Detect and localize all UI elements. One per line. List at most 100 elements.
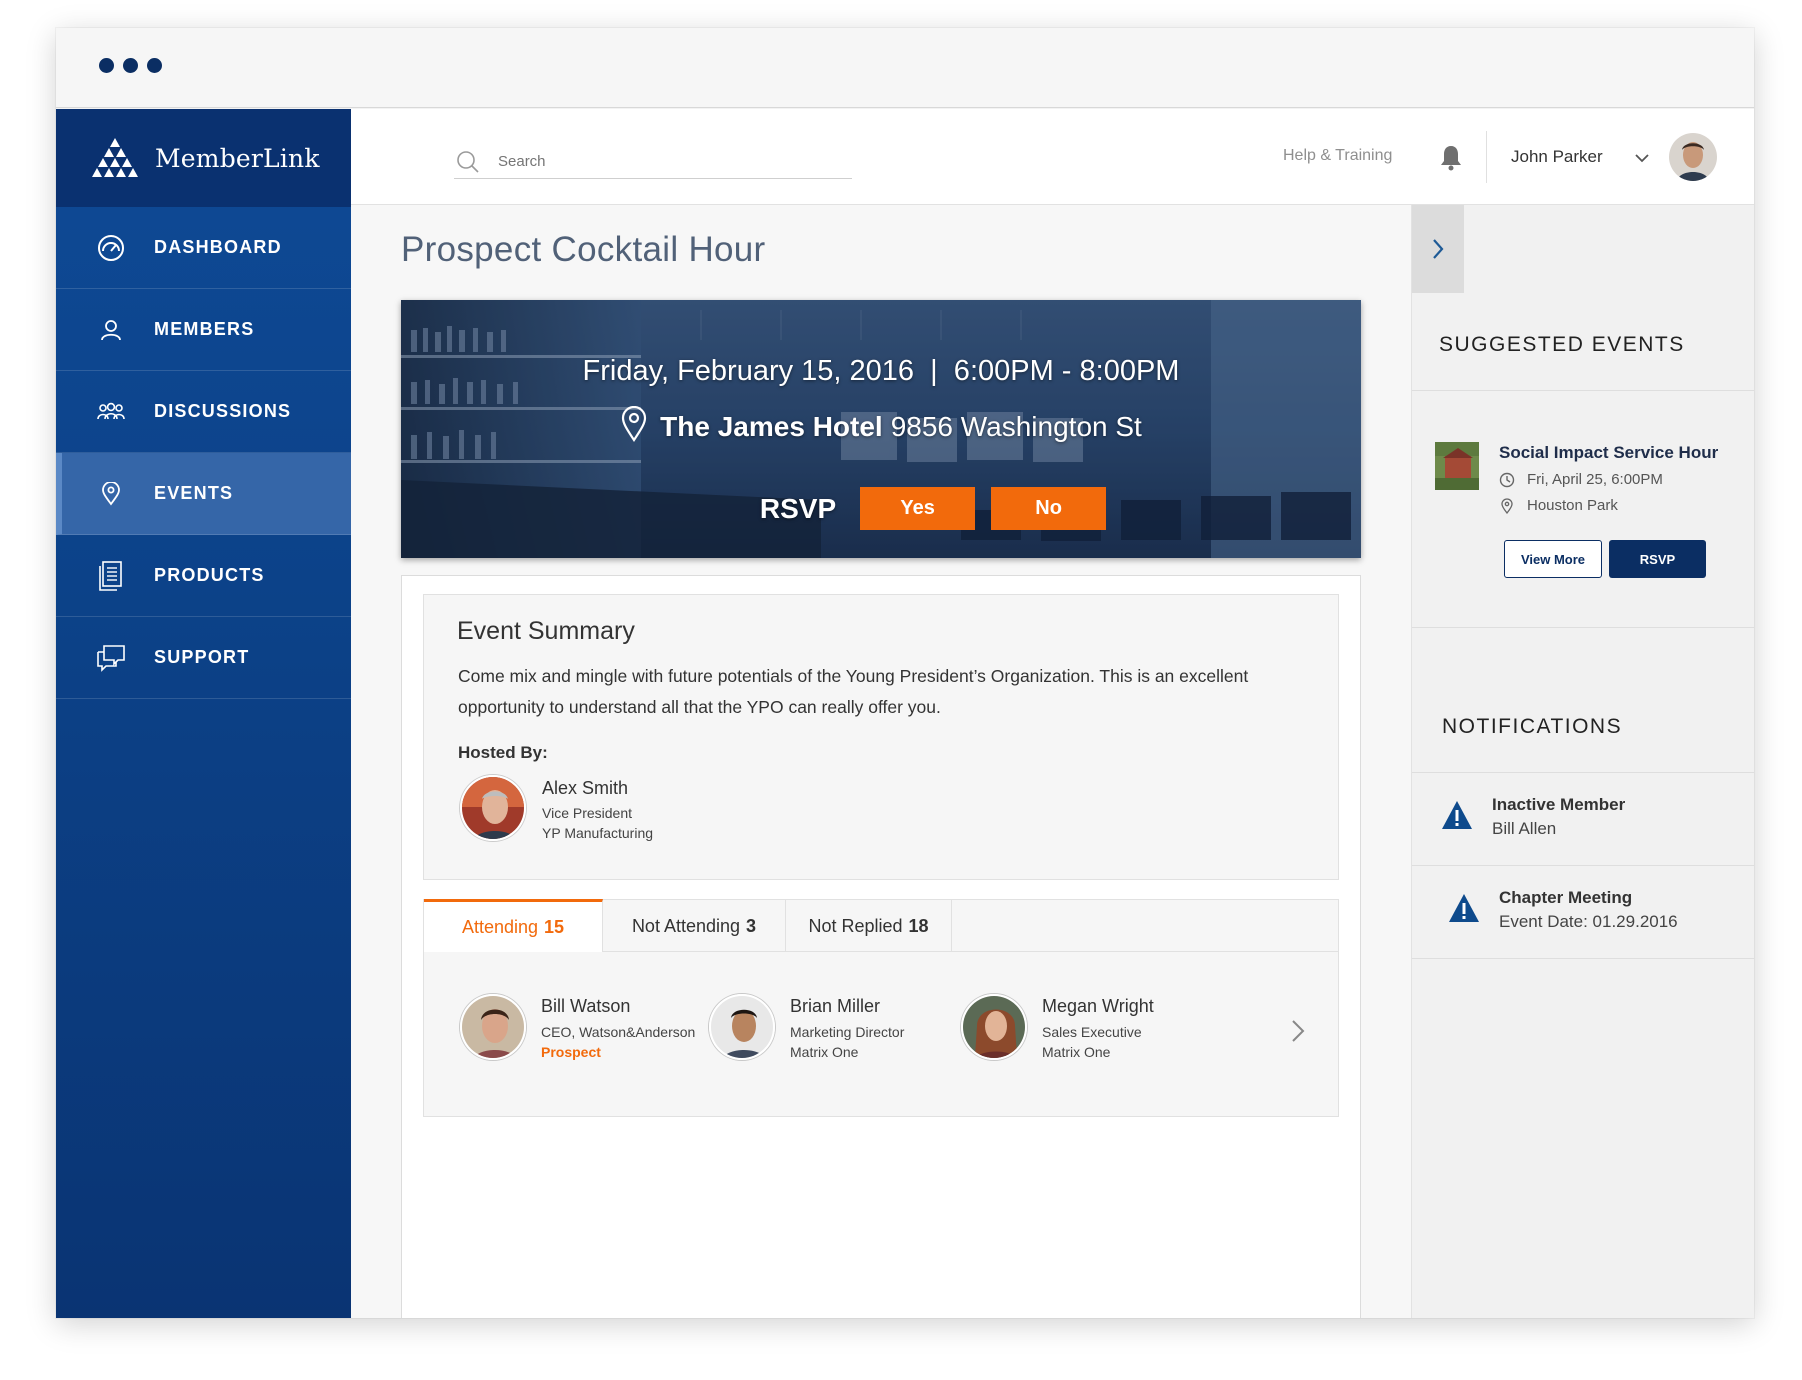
attendee-company: Matrix One (1042, 1044, 1111, 1060)
suggested-events-heading: SUGGESTED EVENTS (1439, 333, 1685, 356)
clock-icon (1499, 472, 1515, 487)
attendee-role: CEO, Watson&Anderson (541, 1024, 696, 1040)
bell-icon[interactable] (1439, 143, 1463, 171)
page-title: Prospect Cocktail Hour (401, 230, 766, 269)
event-venue: The James Hotel (660, 411, 883, 442)
tab-count: 3 (746, 915, 757, 936)
attendee-avatar (460, 994, 526, 1060)
tab-label: Not Attending (631, 915, 741, 936)
tab-not-attending[interactable]: Not Attending 3 (603, 900, 786, 952)
warning-icon (1442, 801, 1472, 829)
notification-title: Chapter Meeting (1499, 888, 1633, 907)
user-name[interactable]: John Parker (1511, 147, 1603, 167)
brand-name: MemberLink (155, 143, 320, 173)
attendee-name: Brian Miller (790, 996, 881, 1016)
group-icon (96, 397, 126, 427)
attendee-name: Megan Wright (1042, 996, 1154, 1016)
divider (1412, 627, 1754, 628)
location-pin-icon (622, 406, 647, 442)
chat-bubbles-icon (96, 643, 126, 673)
divider (1412, 390, 1754, 391)
tab-count: 18 (908, 915, 929, 936)
notification-title: Inactive Member (1492, 795, 1626, 814)
event-summary: Event Summary Come mix and mingle with f… (423, 594, 1339, 880)
attendee-avatar (961, 994, 1027, 1060)
hosted-by-label: Hosted By: (458, 743, 548, 762)
attendee-name: Bill Watson (541, 996, 631, 1016)
sidebar-item-discussions[interactable]: DISCUSSIONS (56, 371, 351, 453)
suggested-rsvp-button[interactable]: RSVP (1609, 540, 1706, 578)
event-datetime: Friday, February 15, 2016 | 6:00PM - 8:0… (582, 355, 1180, 387)
rsvp-label: RSVP (759, 492, 837, 524)
person-icon (96, 315, 126, 345)
attendee-role: Sales Executive (1042, 1024, 1142, 1040)
header-divider (1486, 131, 1487, 183)
host-avatar[interactable] (460, 775, 526, 841)
collapse-panel-button[interactable] (1412, 205, 1464, 293)
chevron-down-icon[interactable] (1634, 151, 1650, 165)
brand[interactable]: MemberLink (56, 109, 351, 207)
suggested-event-title[interactable]: Social Impact Service Hour (1499, 443, 1718, 463)
search-bar[interactable] (454, 145, 852, 179)
attendee-list: Bill Watson CEO, Watson&Anderson Prospec… (424, 952, 1338, 1116)
memberlink-logo-icon (92, 138, 138, 177)
right-panel: SUGGESTED EVENTS Social Impact Service H… (1411, 205, 1754, 1318)
main-content: Prospect Cocktail Hour Friday, February … (351, 205, 1411, 1318)
sidebar-item-products[interactable]: PRODUCTS (56, 535, 351, 617)
tab-attending[interactable]: Attending 15 (424, 899, 603, 952)
user-avatar[interactable] (1669, 133, 1717, 181)
attendee-status: Prospect (541, 1044, 601, 1060)
attendance-panel: Attending 15 Not Attending 3 Not Replied 18 (423, 899, 1339, 1117)
notification-subtitle: Bill Allen (1492, 819, 1557, 838)
notification-subtitle: Event Date: 01.29.2016 (1499, 912, 1678, 931)
sidebar-item-support[interactable]: SUPPORT (56, 617, 351, 699)
attendance-tabs: Attending 15 Not Attending 3 Not Replied 18 (424, 899, 1338, 952)
event-banner: Friday, February 15, 2016 | 6:00PM - 8:0… (401, 300, 1361, 558)
tab-not-replied[interactable]: Not Replied 18 (786, 900, 952, 952)
sidebar-item-dashboard[interactable]: DASHBOARD (56, 207, 351, 289)
sidebar-item-events[interactable]: EVENTS (56, 453, 351, 535)
suggested-event-thumbnail[interactable] (1435, 442, 1479, 490)
sidebar-item-members[interactable]: MEMBERS (56, 289, 351, 371)
summary-text: Come mix and mingle with future potentia… (458, 666, 1249, 717)
sidebar-item-label: DISCUSSIONS (154, 401, 292, 421)
host-company: YP Manufacturing (542, 825, 654, 841)
chevron-right-icon (1433, 239, 1444, 259)
suggested-event-date: Fri, April 25, 6:00PM (1499, 471, 1663, 488)
window-dot[interactable] (99, 58, 114, 73)
window-dots (99, 58, 162, 73)
help-training-link[interactable]: Help & Training (1283, 147, 1392, 165)
summary-heading: Event Summary (457, 617, 635, 645)
window-titlebar (56, 28, 1754, 108)
sidebar-item-label: PRODUCTS (154, 565, 265, 585)
dashboard-icon (96, 233, 126, 263)
suggested-event-date-text: Fri, April 25, 6:00PM (1527, 471, 1663, 488)
notification-item[interactable]: Inactive Member Bill Allen (1412, 773, 1754, 865)
tab-label: Attending (461, 916, 539, 937)
window-dot[interactable] (147, 58, 162, 73)
tab-label: Not Replied (808, 915, 903, 936)
view-more-button[interactable]: View More (1504, 540, 1602, 578)
rsvp-no-button[interactable]: No (991, 487, 1107, 530)
location-pin-icon (96, 479, 126, 509)
warning-icon (1449, 894, 1479, 922)
host-role: Vice President (542, 805, 633, 821)
event-details-card: Event Summary Come mix and mingle with f… (401, 575, 1361, 1318)
notification-item[interactable]: Chapter Meeting Event Date: 01.29.2016 (1412, 866, 1754, 958)
divider (1412, 958, 1754, 959)
window-dot[interactable] (123, 58, 138, 73)
sidebar-item-label: DASHBOARD (154, 237, 282, 257)
search-input[interactable] (498, 153, 818, 170)
suggested-event-location: Houston Park (1499, 497, 1618, 514)
rsvp-yes-button[interactable]: Yes (860, 487, 976, 530)
rsvp-row: RSVP Yes No (401, 487, 1361, 530)
top-header: Help & Training John Parker (351, 109, 1754, 205)
sidebar: MemberLink DASHBOARD MEMBERS DISCUSSIONS… (56, 109, 351, 1318)
app-window: MemberLink DASHBOARD MEMBERS DISCUSSIONS… (56, 28, 1754, 1318)
document-icon (96, 560, 126, 591)
attendee-avatar (709, 994, 775, 1060)
chevron-right-icon[interactable] (1290, 1018, 1306, 1044)
host-name[interactable]: Alex Smith (542, 778, 628, 799)
sidebar-item-label: EVENTS (154, 483, 234, 503)
notifications-heading: NOTIFICATIONS (1442, 715, 1623, 738)
